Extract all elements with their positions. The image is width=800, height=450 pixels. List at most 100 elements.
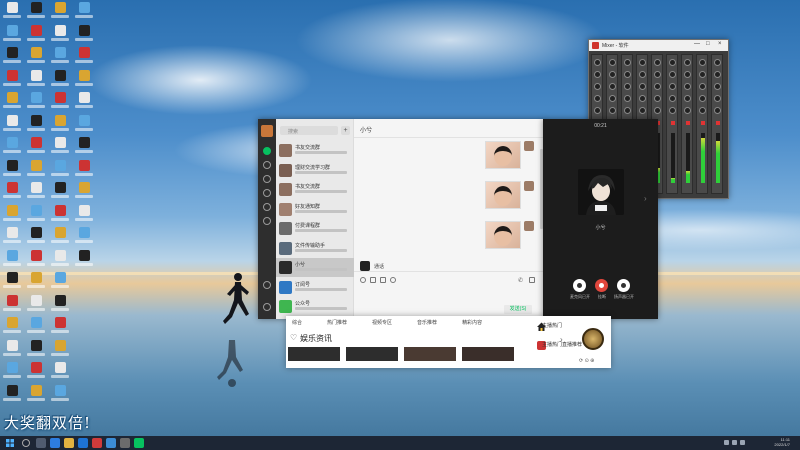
media-app-icon[interactable] xyxy=(92,438,102,448)
mixer-knob[interactable] xyxy=(669,107,676,114)
mixer-knob[interactable] xyxy=(609,83,616,90)
video-call-icon[interactable] xyxy=(529,277,535,283)
mixer-knob[interactable] xyxy=(639,59,646,66)
desktop-shortcut-icon[interactable] xyxy=(74,182,94,206)
mixer-channel-strip[interactable] xyxy=(681,54,693,194)
desktop-shortcut-icon[interactable] xyxy=(50,2,70,26)
mixer-knob[interactable] xyxy=(609,107,616,114)
desktop-shortcut-icon[interactable] xyxy=(26,249,46,274)
desktop-shortcut-icon[interactable] xyxy=(26,24,46,49)
chat-nav-icon[interactable] xyxy=(263,147,271,155)
content-tab[interactable]: 综合 xyxy=(292,319,302,326)
chat-list-item[interactable]: 付费课程群 xyxy=(276,219,354,238)
content-tab[interactable]: 音乐推荐 xyxy=(417,319,437,326)
chat-list-item[interactable]: 理财交流学习群 xyxy=(276,161,354,180)
right-panel-subtitle[interactable]: 主播热门直播推荐 xyxy=(542,341,582,348)
chat-list-item[interactable]: 订阅号 xyxy=(276,278,354,297)
mixer-channel-strip[interactable] xyxy=(711,54,723,194)
desktop-shortcut-icon[interactable] xyxy=(50,384,70,409)
heart-icon[interactable]: ♡ xyxy=(290,333,297,342)
desktop-shortcut-icon[interactable] xyxy=(2,159,22,184)
mixer-knob[interactable] xyxy=(624,71,631,78)
desktop-shortcut-icon[interactable] xyxy=(26,2,46,26)
mixer-knob[interactable] xyxy=(684,95,691,102)
desktop-shortcut-icon[interactable] xyxy=(2,362,22,386)
files-nav-icon[interactable] xyxy=(263,189,271,197)
desktop-shortcut-icon[interactable] xyxy=(74,47,94,71)
volume-icon[interactable] xyxy=(732,440,737,445)
search-input[interactable]: 搜索 xyxy=(280,126,338,135)
scissors-icon[interactable] xyxy=(380,277,386,283)
message-image[interactable] xyxy=(485,221,521,249)
desktop-shortcut-icon[interactable] xyxy=(26,159,46,184)
chevron-right-icon[interactable]: › xyxy=(644,194,647,203)
desktop-shortcut-icon[interactable] xyxy=(26,69,46,94)
desktop-shortcut-icon[interactable] xyxy=(2,2,22,26)
chat-list-item[interactable]: 好友通知群 xyxy=(276,200,354,219)
desktop-shortcut-icon[interactable] xyxy=(74,204,94,229)
mixer-knob[interactable] xyxy=(699,71,706,78)
mixer-knob[interactable] xyxy=(594,107,601,114)
desktop-shortcut-icon[interactable] xyxy=(74,92,94,116)
desktop-shortcut-icon[interactable] xyxy=(74,24,94,49)
system-clock[interactable]: 11:11 2022/1/7 xyxy=(774,437,790,447)
wechat-taskbar-icon[interactable] xyxy=(134,438,144,448)
mixer-knob[interactable] xyxy=(714,107,721,114)
favorites-nav-icon[interactable] xyxy=(263,175,271,183)
desktop-shortcut-icon[interactable] xyxy=(2,92,22,116)
mixer-knob[interactable] xyxy=(624,59,631,66)
speaker-button[interactable] xyxy=(617,279,630,292)
mixer-knob[interactable] xyxy=(624,107,631,114)
mixer-knob[interactable] xyxy=(714,95,721,102)
video-thumbnail[interactable] xyxy=(288,347,340,361)
edge-browser-icon[interactable] xyxy=(50,438,60,448)
minimize-icon[interactable]: — xyxy=(694,41,700,47)
desktop-shortcut-icon[interactable] xyxy=(50,204,70,229)
folder-icon[interactable] xyxy=(370,277,376,283)
mixer-knob[interactable] xyxy=(609,95,616,102)
desktop-shortcut-icon[interactable] xyxy=(50,339,70,364)
desktop-shortcut-icon[interactable] xyxy=(50,137,70,161)
desktop-shortcut-icon[interactable] xyxy=(26,227,46,251)
desktop-shortcut-icon[interactable] xyxy=(2,227,22,251)
message-avatar[interactable] xyxy=(524,181,534,191)
mixer-knob[interactable] xyxy=(609,71,616,78)
maximize-icon[interactable]: □ xyxy=(706,41,710,47)
content-tab[interactable]: 热门推荐 xyxy=(327,319,347,326)
desktop-shortcut-icon[interactable] xyxy=(74,114,94,139)
mixer-knob[interactable] xyxy=(684,83,691,90)
mixer-title-bar[interactable]: Mixer - 软件 — □ × xyxy=(589,40,728,51)
desktop-shortcut-icon[interactable] xyxy=(2,384,22,409)
desktop-shortcut-icon[interactable] xyxy=(50,114,70,139)
mixer-knob[interactable] xyxy=(684,71,691,78)
network-icon[interactable] xyxy=(724,440,729,445)
desktop-shortcut-icon[interactable] xyxy=(26,92,46,116)
mixer-channel-strip[interactable] xyxy=(666,54,678,194)
desktop-shortcut-icon[interactable] xyxy=(26,362,46,386)
input-method-icon[interactable] xyxy=(740,440,745,445)
desktop-shortcut-icon[interactable] xyxy=(2,137,22,161)
mixer-knob[interactable] xyxy=(639,71,646,78)
desktop-shortcut-icon[interactable] xyxy=(2,114,22,139)
emoji-icon[interactable] xyxy=(360,277,366,283)
desktop-shortcut-icon[interactable] xyxy=(2,249,22,274)
mixer-knob[interactable] xyxy=(699,95,706,102)
close-icon[interactable]: × xyxy=(718,41,722,47)
mail-icon[interactable] xyxy=(78,438,88,448)
mixer-channel-strip[interactable] xyxy=(696,54,708,194)
message-avatar[interactable] xyxy=(524,221,534,231)
contacts-nav-icon[interactable] xyxy=(263,161,271,169)
mixer-knob[interactable] xyxy=(624,95,631,102)
desktop-shortcut-icon[interactable] xyxy=(26,137,46,161)
mixer-knob[interactable] xyxy=(714,59,721,66)
add-chat-button[interactable]: + xyxy=(341,126,350,135)
chat-list-item[interactable]: 文件传输助手 xyxy=(276,239,354,258)
desktop-shortcut-icon[interactable] xyxy=(50,362,70,386)
mixer-knob[interactable] xyxy=(714,83,721,90)
chat-list-item[interactable]: 小兮 xyxy=(276,258,354,277)
message-image[interactable] xyxy=(485,141,521,169)
mixer-knob[interactable] xyxy=(714,71,721,78)
send-button[interactable]: 发送(S) xyxy=(504,305,532,314)
content-tab[interactable]: 精彩内容 xyxy=(462,319,482,326)
app-taskbar-icon[interactable] xyxy=(106,438,116,448)
